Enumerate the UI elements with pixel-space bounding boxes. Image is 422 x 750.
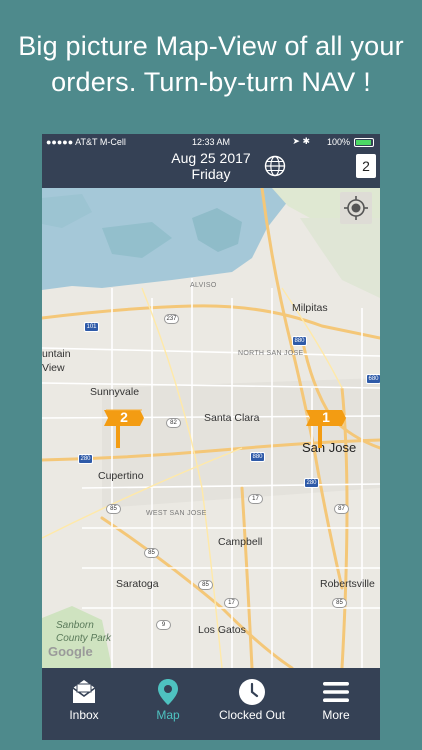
map-label-saratoga: Saratoga [116, 578, 159, 590]
map-label-west-san-jose: WEST SAN JOSE [146, 510, 207, 517]
promo-caption: Big picture Map-View of all your orders.… [0, 28, 422, 100]
map-pin-icon [158, 679, 178, 705]
map-label-mountain-view-2: View [42, 362, 65, 374]
map-label-park-2: County Park [56, 633, 112, 644]
globe-icon[interactable] [264, 155, 286, 177]
map-label-park-1: Sanborn [56, 620, 94, 631]
google-logo: Google [48, 644, 93, 659]
map-label-milpitas: Milpitas [292, 302, 328, 314]
highway-shield-280a: 280 [78, 454, 93, 464]
highway-shield-101: 101 [84, 322, 99, 332]
header-date: Aug 25 2017 [171, 150, 251, 166]
tab-map[interactable]: Map [126, 668, 210, 740]
order-marker-label: 2 [120, 409, 128, 425]
tab-bar: Inbox Map Clocked Out More [42, 668, 380, 740]
highway-shield-880b: 880 [250, 452, 265, 462]
map-label-santa-clara: Santa Clara [204, 412, 260, 424]
tab-label: Clocked Out [218, 708, 286, 722]
highway-shield-680: 680 [366, 374, 380, 384]
highway-shield-85d: 85 [332, 598, 347, 608]
map-label-sunnyvale: Sunnyvale [90, 386, 140, 398]
map-label-robertsville: Robertsville [320, 578, 375, 590]
order-marker-2[interactable]: 2 [104, 406, 144, 452]
highway-shield-17a: 17 [248, 494, 263, 504]
battery-icon [354, 138, 374, 147]
order-marker-1[interactable]: 1 [306, 406, 346, 452]
highway-shield-85c: 85 [198, 580, 213, 590]
menu-icon [323, 682, 349, 702]
map-label-cupertino: Cupertino [98, 470, 144, 482]
map-label-alviso: ALVISO [190, 282, 217, 289]
map-view[interactable]: ALVISO Milpitas NORTH SAN JOSE untain Vi… [42, 188, 380, 668]
tab-clocked-out[interactable]: Clocked Out [210, 668, 294, 740]
status-bar: ●●●●● AT&T M-Cell 12:33 AM ➤ ✱ 100% [42, 134, 380, 150]
tab-more[interactable]: More [294, 668, 378, 740]
highway-shield-9: 9 [156, 620, 171, 630]
phone-screen: ●●●●● AT&T M-Cell 12:33 AM ➤ ✱ 100% Aug … [42, 134, 380, 740]
crosshair-icon[interactable] [340, 192, 372, 224]
highway-shield-82: 82 [166, 418, 181, 428]
map-label-north-san-jose: NORTH SAN JOSE [238, 350, 304, 357]
tab-label: More [322, 708, 350, 722]
map-label-campbell: Campbell [218, 536, 263, 548]
map-label-los-gatos: Los Gatos [198, 624, 246, 636]
promo-caption-line-1: Big picture Map-View of all your [18, 31, 404, 61]
header-day: Friday [191, 166, 231, 182]
highway-shield-880a: 880 [292, 336, 307, 346]
app-header: Aug 25 2017 Friday 2 [42, 150, 380, 188]
location-arrow-icon: ➤ ✱ [292, 136, 310, 146]
tab-label: Map [156, 708, 180, 722]
tab-inbox[interactable]: Inbox [42, 668, 126, 740]
highway-shield-85a: 85 [106, 504, 121, 514]
tab-label: Inbox [69, 708, 99, 722]
inbox-icon [72, 680, 96, 703]
promo-caption-line-2: orders. Turn-by-turn NAV ! [51, 67, 371, 97]
battery-percent: 100% [326, 137, 350, 147]
map-label-mountain-view-1: untain [42, 348, 71, 360]
order-marker-label: 1 [322, 409, 330, 425]
highway-shield-85b: 85 [144, 548, 159, 558]
highway-shield-280b: 280 [304, 478, 319, 488]
order-count-badge[interactable]: 2 [356, 154, 376, 178]
clock-icon [239, 679, 265, 705]
highway-shield-237: 237 [164, 314, 179, 324]
highway-shield-17b: 17 [224, 598, 239, 608]
highway-shield-87: 87 [334, 504, 349, 514]
